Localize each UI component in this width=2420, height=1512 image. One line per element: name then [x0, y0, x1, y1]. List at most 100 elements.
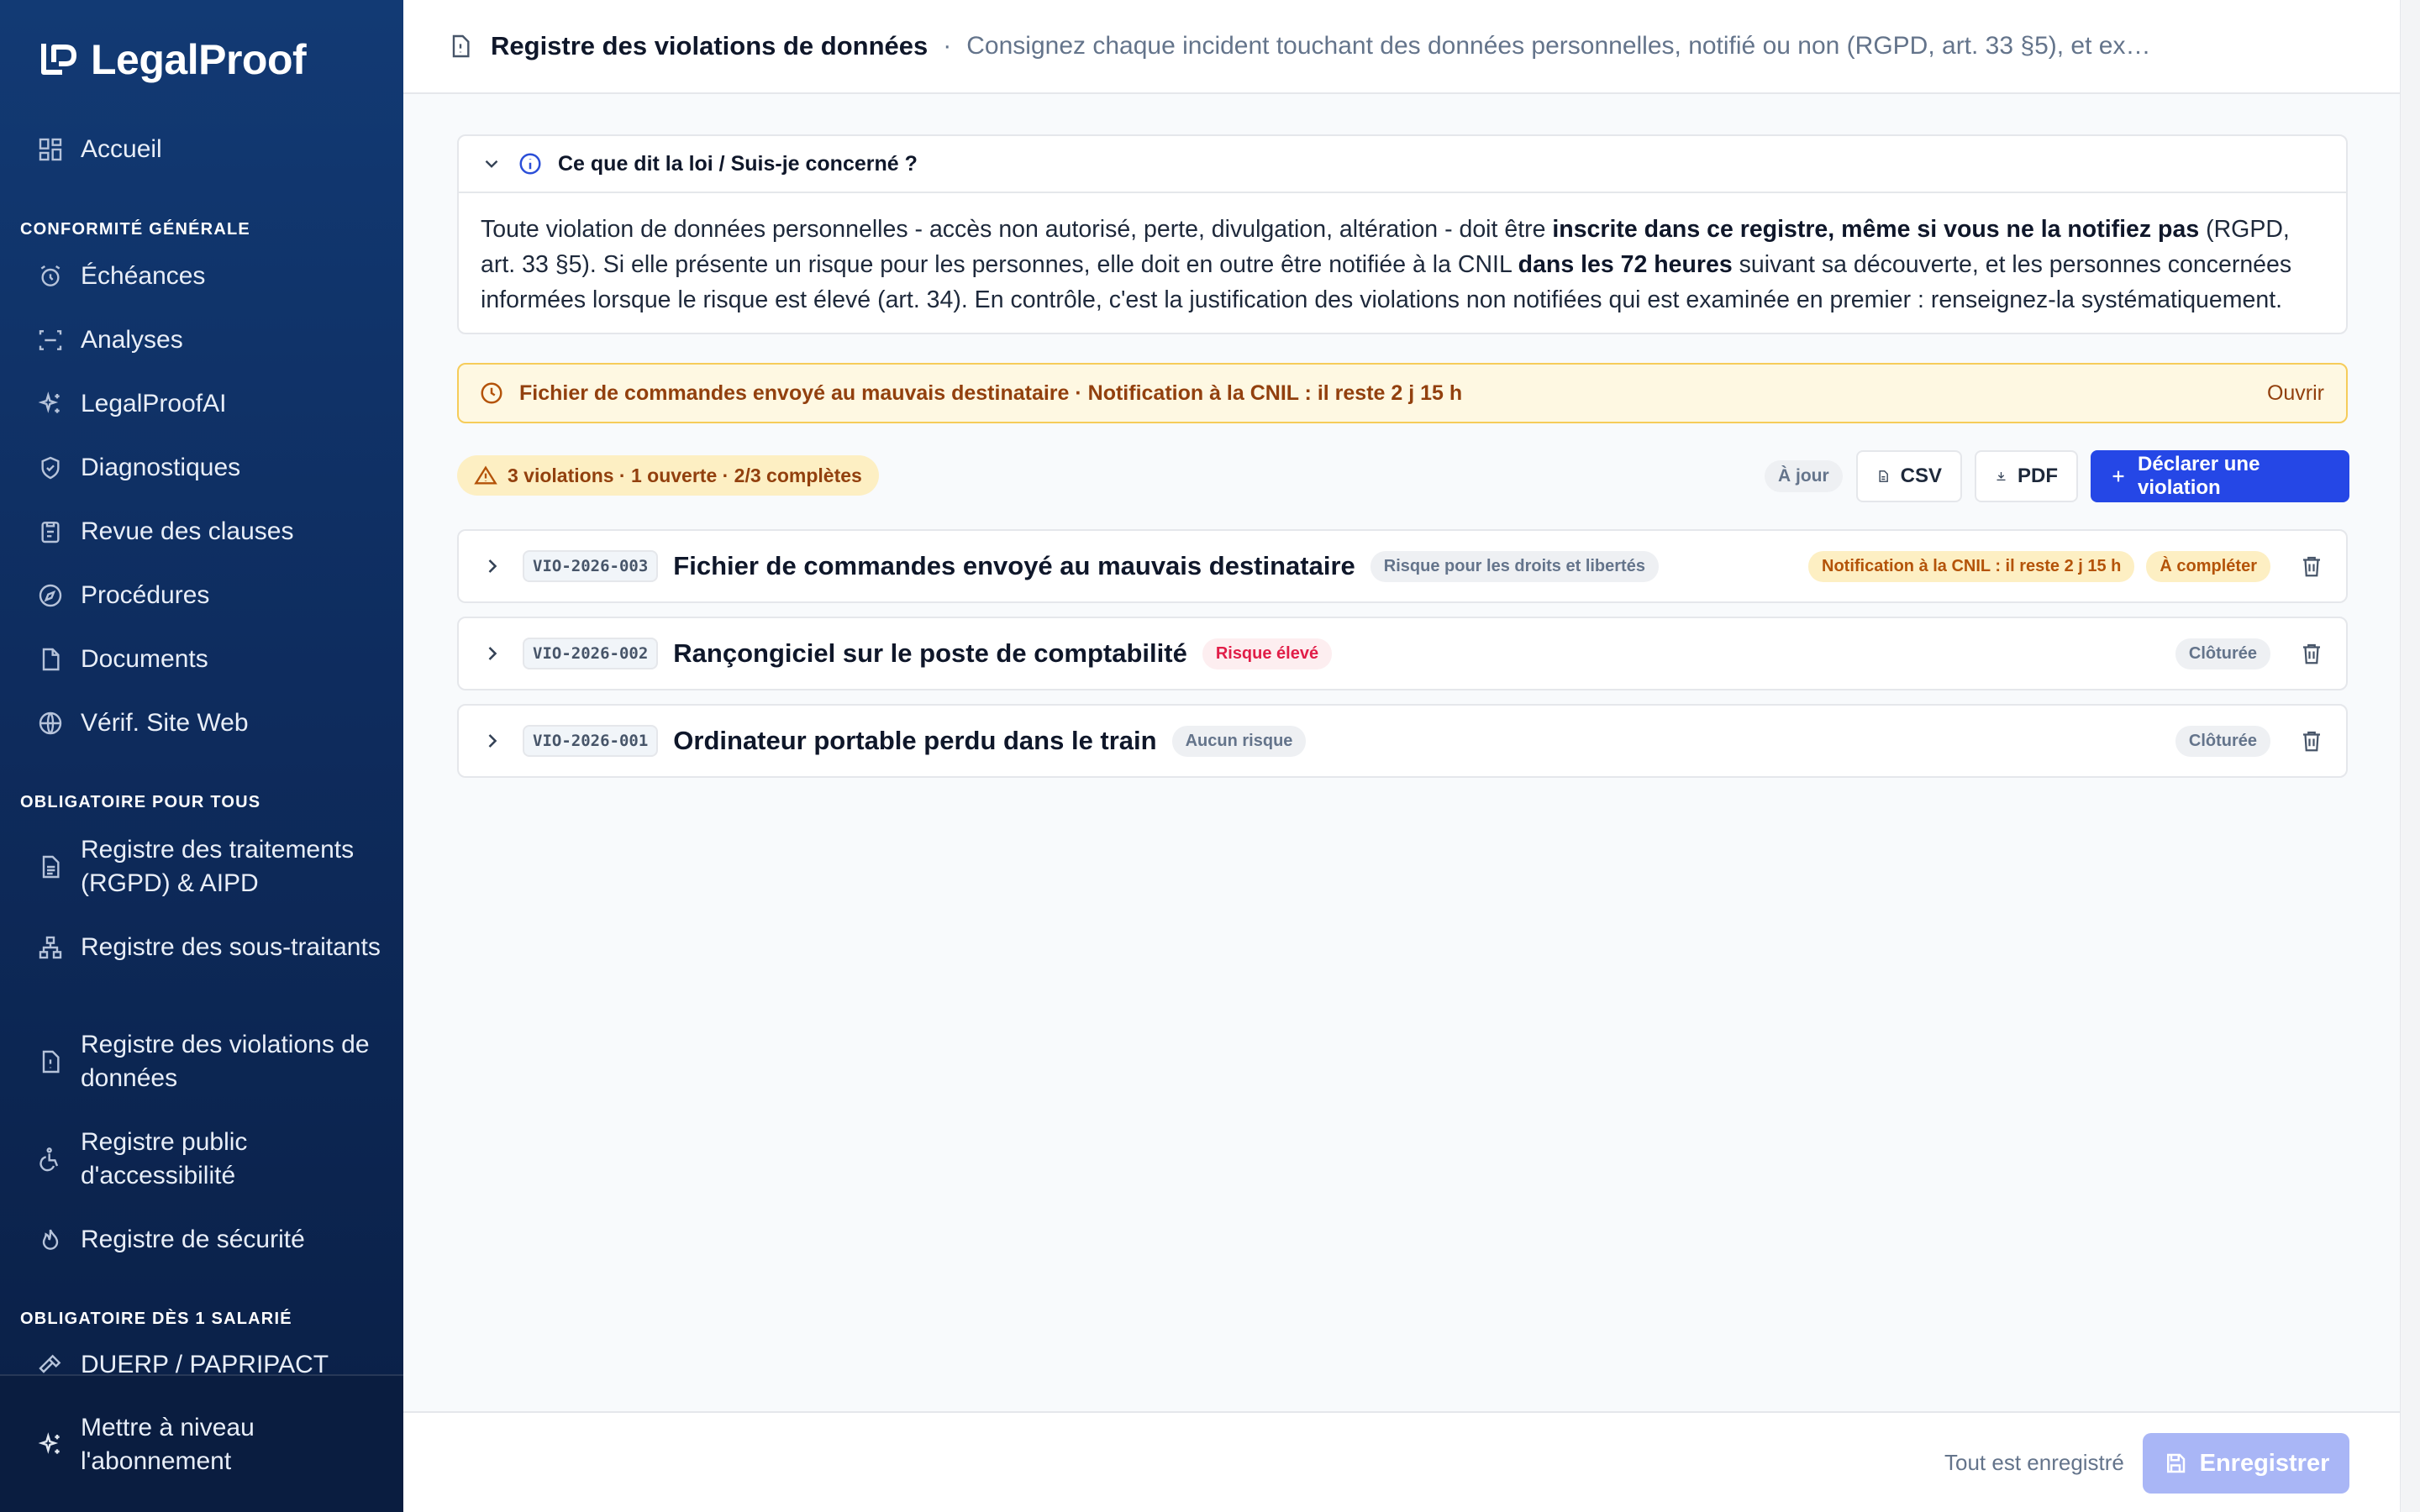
sidebar-item-label: Analyses: [81, 326, 183, 354]
sidebar-item-label: Registre des sous-traitants: [81, 933, 381, 961]
sidebar-item-label: Registre public d'accessibilité: [81, 1128, 248, 1189]
sidebar-item-label: Diagnostiques: [81, 454, 241, 481]
sidebar-item-breach-register[interactable]: Registre des violations de données: [20, 1028, 383, 1095]
violation-row[interactable]: VIO-2026-002 Rançongiciel sur le poste d…: [457, 617, 2348, 690]
sidebar-item-label: Revue des clauses: [81, 517, 294, 545]
sidebar-item-diagnostics[interactable]: Diagnostiques: [20, 451, 383, 485]
save-button[interactable]: Enregistrer: [2143, 1433, 2349, 1494]
info-icon: [519, 153, 541, 175]
accessibility-icon: [37, 1146, 64, 1173]
sidebar-item-label: Registre des traitements (RGPD) & AIPD: [81, 836, 355, 897]
violation-row[interactable]: VIO-2026-001 Ordinateur portable perdu d…: [457, 704, 2348, 778]
upgrade-label: Mettre à niveau l'abonnement: [81, 1414, 255, 1475]
chevron-right-icon[interactable]: [481, 642, 504, 665]
globe-icon: [37, 710, 64, 737]
sidebar: LegalProof Accueil CONFORMITÉ GÉNÉRALE É…: [0, 0, 403, 1512]
violations-summary-badge: 3 violations · 1 ouverte · 2/3 complètes: [457, 455, 879, 496]
trash-icon[interactable]: [2299, 641, 2324, 666]
sidebar-item-procedures[interactable]: Procédures: [20, 579, 383, 612]
violation-title: Fichier de commandes envoyé au mauvais d…: [673, 551, 1355, 580]
violation-title: Ordinateur portable perdu dans le train: [673, 726, 1157, 755]
network-icon: [37, 934, 64, 961]
sidebar-item-label: Procédures: [81, 581, 210, 609]
law-info-panel: Ce que dit la loi / Suis-je concerné ? T…: [457, 134, 2348, 334]
sidebar-item-website-check[interactable]: Vérif. Site Web: [20, 706, 383, 740]
sidebar-item-clause-review[interactable]: Revue des clauses: [20, 515, 383, 549]
plus-icon: [2112, 470, 2124, 482]
flame-icon: [37, 1226, 64, 1253]
section-general-compliance: CONFORMITÉ GÉNÉRALE: [20, 220, 250, 239]
export-csv-label: CSV: [1900, 465, 1942, 487]
sidebar-item-subcontractors-register[interactable]: Registre des sous-traitants: [20, 931, 383, 964]
shield-check-icon: [37, 454, 64, 481]
alarm-clock-icon: [37, 263, 64, 290]
window-scrollbar[interactable]: [2400, 0, 2420, 1512]
violation-id: VIO-2026-001: [523, 725, 659, 757]
clock-icon: [481, 382, 502, 404]
sidebar-item-deadlines[interactable]: Échéances: [20, 260, 383, 293]
app-logo[interactable]: LegalProof: [37, 35, 307, 84]
register-toolbar: 3 violations · 1 ouverte · 2/3 complètes…: [457, 450, 2349, 502]
upgrade-subscription-link[interactable]: Mettre à niveau l'abonnement: [20, 1411, 383, 1478]
deadline-alert-text: Fichier de commandes envoyé au mauvais d…: [519, 381, 1463, 405]
sidebar-item-label: Accueil: [81, 135, 162, 163]
law-text-bold: inscrite dans ce registre, même si vous …: [1552, 216, 2200, 243]
file-icon: [37, 646, 64, 673]
law-info-text: Toute violation de données personnelles …: [459, 193, 2346, 318]
warning-triangle-icon: [474, 465, 497, 485]
sidebar-item-label: Documents: [81, 645, 208, 673]
status-badge: Clôturée: [2175, 638, 2270, 669]
violation-id: VIO-2026-002: [523, 638, 659, 669]
chevron-right-icon[interactable]: [481, 554, 504, 578]
file-icon: [1879, 470, 1888, 482]
sidebar-item-label: Registre des violations de données: [81, 1031, 370, 1092]
section-mandatory-employee: OBLIGATOIRE DÈS 1 SALARIÉ: [20, 1310, 292, 1328]
summary-text: 3 violations · 1 ouverte · 2/3 complètes: [508, 464, 862, 486]
legalproof-logo-icon: [41, 44, 76, 75]
floppy-disk-icon: [2166, 1453, 2185, 1473]
download-icon: [1996, 472, 2006, 480]
law-info-toggle[interactable]: Ce que dit la loi / Suis-je concerné ?: [459, 136, 2346, 193]
sidebar-item-label: Registre de sécurité: [81, 1226, 305, 1253]
upgrade-area: Mettre à niveau l'abonnement: [0, 1374, 403, 1512]
export-csv-button[interactable]: CSV: [1856, 450, 1962, 502]
title-separator: ·: [943, 32, 952, 60]
violation-row[interactable]: VIO-2026-003 Fichier de commandes envoyé…: [457, 529, 2348, 603]
grid-icon: [37, 136, 64, 163]
trash-icon[interactable]: [2299, 728, 2324, 753]
risk-badge: Risque pour les droits et libertés: [1370, 550, 1659, 582]
law-info-heading: Ce que dit la loi / Suis-je concerné ?: [558, 151, 918, 176]
risk-badge: Risque élevé: [1202, 638, 1333, 669]
sidebar-item-documents[interactable]: Documents: [20, 643, 383, 676]
sidebar-item-label: LegalProofAI: [81, 390, 227, 417]
sidebar-item-processing-register[interactable]: Registre des traitements (RGPD) & AIPD: [20, 833, 383, 900]
sidebar-item-analyses[interactable]: Analyses: [20, 323, 383, 357]
save-bar: Tout est enregistré Enregistrer: [403, 1411, 2420, 1512]
status-badge: Clôturée: [2175, 725, 2270, 757]
violation-title: Rançongiciel sur le poste de comptabilit…: [673, 638, 1187, 668]
sidebar-item-home[interactable]: Accueil: [20, 133, 383, 166]
deadline-alert: Fichier de commandes envoyé au mauvais d…: [457, 363, 2348, 423]
export-pdf-button[interactable]: PDF: [1975, 450, 2078, 502]
save-label: Enregistrer: [2199, 1449, 2330, 1477]
status-badge: À compléter: [2146, 550, 2270, 582]
sidebar-item-label: Échéances: [81, 262, 206, 290]
declare-violation-button[interactable]: Déclarer une violation: [2091, 450, 2349, 502]
clipboard-icon: [37, 518, 64, 545]
chevron-down-icon: [485, 160, 498, 168]
sparkles-icon: [37, 1431, 64, 1458]
alert-file-icon: [37, 1048, 64, 1075]
compass-icon: [37, 582, 64, 609]
sidebar-item-accessibility-register[interactable]: Registre public d'accessibilité: [20, 1126, 383, 1193]
open-violation-link[interactable]: Ouvrir: [2267, 381, 2324, 406]
law-text-bold: dans les 72 heures: [1518, 251, 1733, 278]
trash-icon[interactable]: [2299, 554, 2324, 579]
scan-icon: [37, 327, 64, 354]
sidebar-item-security-register[interactable]: Registre de sécurité: [20, 1223, 383, 1257]
chevron-right-icon[interactable]: [481, 729, 504, 753]
page-title: Registre des violations de données: [491, 31, 929, 60]
list-file-icon: [37, 853, 64, 880]
sidebar-item-legalproofai[interactable]: LegalProofAI: [20, 387, 383, 421]
save-status-text: Tout est enregistré: [1944, 1450, 2124, 1475]
law-text-part: Toute violation de données personnelles …: [481, 216, 1553, 243]
